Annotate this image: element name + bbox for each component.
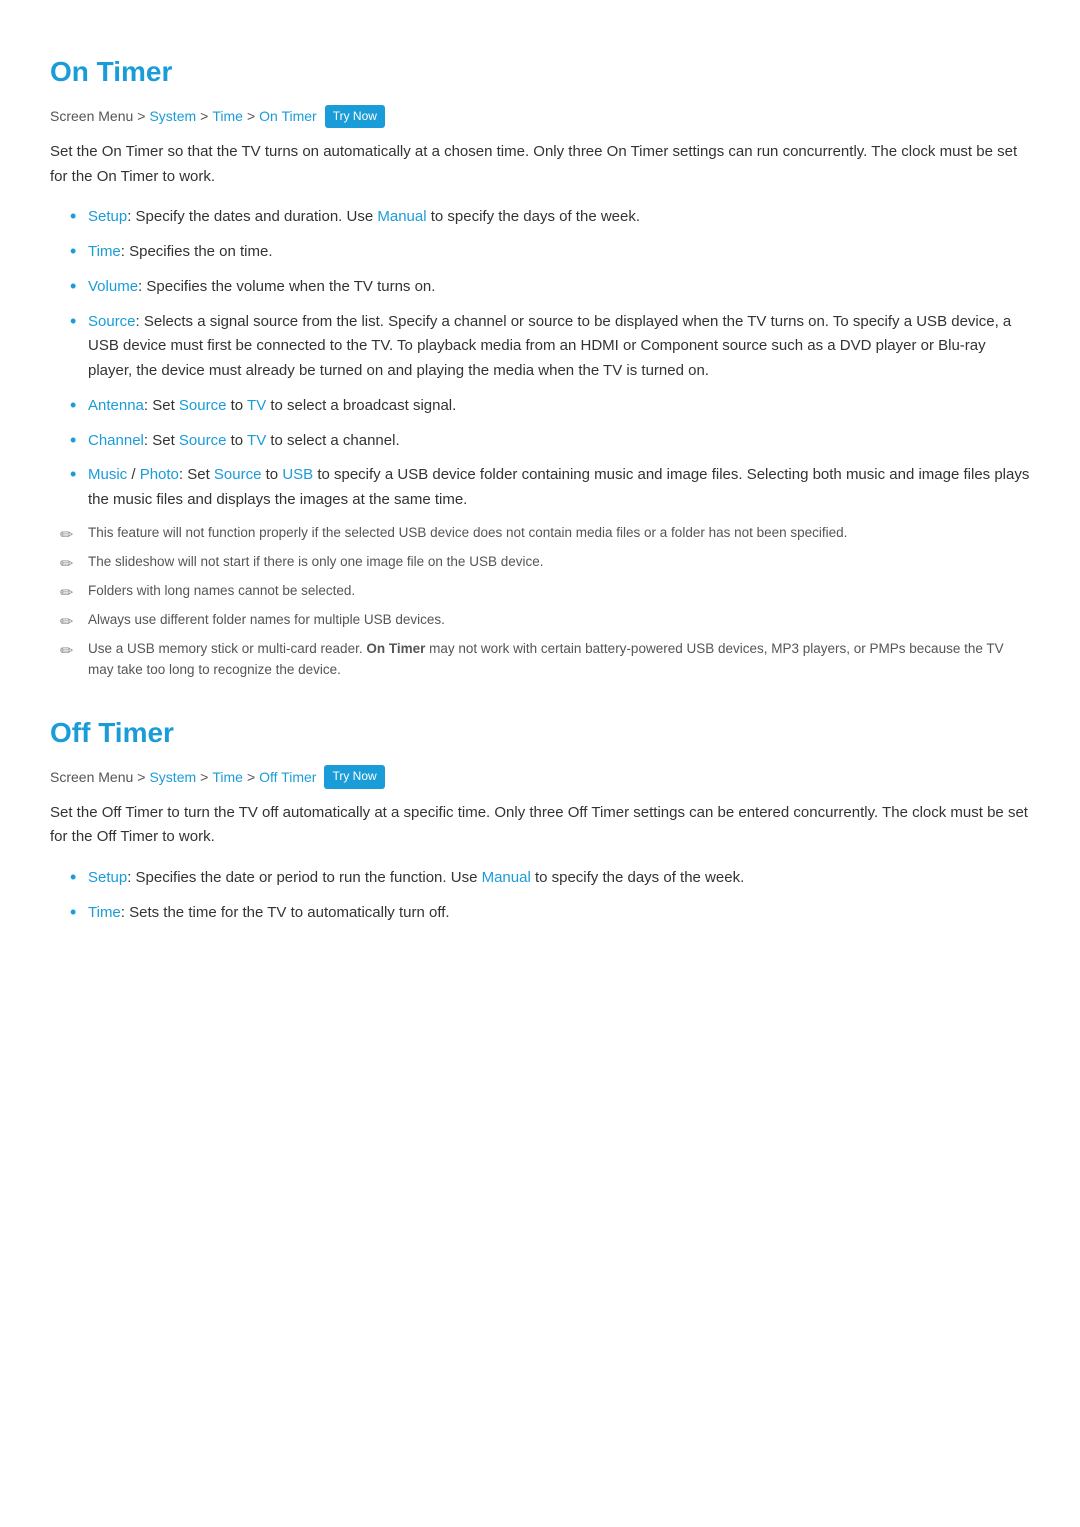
- note-text: The slideshow will not start if there is…: [88, 554, 543, 569]
- note-item: ✏ Use a USB memory stick or multi-card r…: [60, 639, 1030, 681]
- term-tv-link2: TV: [247, 432, 266, 449]
- term-manual: Manual: [377, 208, 426, 225]
- breadcrumb-sep1: >: [137, 105, 145, 127]
- bullet-text: : Set: [144, 432, 179, 449]
- term-music: Music: [88, 466, 127, 483]
- breadcrumb-prefix: Screen Menu: [50, 105, 133, 127]
- breadcrumb-time2[interactable]: Time: [212, 766, 243, 788]
- pencil-icon: ✏: [60, 582, 73, 607]
- off-timer-try-now-badge[interactable]: Try Now: [324, 765, 384, 788]
- term-source-link3: Source: [214, 466, 262, 483]
- bullet-text2: to: [226, 432, 247, 449]
- off-timer-section: Off Timer Screen Menu > System > Time > …: [50, 711, 1030, 926]
- term-source: Source: [88, 313, 136, 330]
- breadcrumb-prefix2: Screen Menu: [50, 766, 133, 788]
- term-source-link2: Source: [179, 432, 227, 449]
- bullet-text: : Specify the dates and duration. Use: [127, 208, 377, 225]
- bullet-text3: to select a channel.: [266, 432, 399, 449]
- term-channel: Channel: [88, 432, 144, 449]
- list-item: Source: Selects a signal source from the…: [70, 310, 1030, 384]
- note-item: ✏ This feature will not function properl…: [60, 523, 1030, 544]
- pencil-icon: ✏: [60, 524, 73, 549]
- on-timer-try-now-badge[interactable]: Try Now: [325, 105, 385, 128]
- breadcrumb-system2[interactable]: System: [149, 766, 196, 788]
- bullet-text: : Selects a signal source from the list.…: [88, 313, 1011, 380]
- term-source-link: Source: [179, 397, 227, 414]
- note-item: ✏ Folders with long names cannot be sele…: [60, 581, 1030, 602]
- bullet-text: : Set: [144, 397, 179, 414]
- breadcrumb-on-timer[interactable]: On Timer: [259, 105, 317, 127]
- note-text: Always use different folder names for mu…: [88, 612, 445, 627]
- bullet-text: : Specifies the date or period to run th…: [127, 869, 481, 886]
- term-manual2: Manual: [482, 869, 531, 886]
- term-tv-link: TV: [247, 397, 266, 414]
- term-volume: Volume: [88, 278, 138, 295]
- note-text: Folders with long names cannot be select…: [88, 583, 355, 598]
- on-timer-bold-ref: On Timer: [366, 641, 425, 656]
- breadcrumb-sep6: >: [247, 766, 255, 788]
- bullet-text: : Specifies the volume when the TV turns…: [138, 278, 435, 295]
- breadcrumb-off-timer[interactable]: Off Timer: [259, 766, 316, 788]
- bullet-text: : Specifies the on time.: [121, 243, 273, 260]
- list-item: Setup: Specifies the date or period to r…: [70, 866, 1030, 891]
- breadcrumb-sep2: >: [200, 105, 208, 127]
- bullet-text3: to select a broadcast signal.: [266, 397, 456, 414]
- breadcrumb-sep5: >: [200, 766, 208, 788]
- pencil-icon: ✏: [60, 553, 73, 578]
- off-timer-description: Set the Off Timer to turn the TV off aut…: [50, 801, 1030, 851]
- off-timer-bullet-list: Setup: Specifies the date or period to r…: [50, 866, 1030, 926]
- on-timer-description: Set the On Timer so that the TV turns on…: [50, 140, 1030, 190]
- term-photo: Photo: [140, 466, 179, 483]
- bullet-text: : Set: [179, 466, 214, 483]
- term-usb-link: USB: [282, 466, 313, 483]
- list-item: Channel: Set Source to TV to select a ch…: [70, 429, 1030, 454]
- on-timer-title: On Timer: [50, 50, 1030, 95]
- list-item: Antenna: Set Source to TV to select a br…: [70, 394, 1030, 419]
- pencil-icon: ✏: [60, 640, 73, 665]
- breadcrumb-time[interactable]: Time: [212, 105, 243, 127]
- list-item: Time: Specifies the on time.: [70, 240, 1030, 265]
- term-antenna: Antenna: [88, 397, 144, 414]
- term-time: Time: [88, 243, 121, 260]
- note-item: ✏ The slideshow will not start if there …: [60, 552, 1030, 573]
- off-timer-breadcrumb: Screen Menu > System > Time > Off Timer …: [50, 765, 1030, 788]
- on-timer-section: On Timer Screen Menu > System > Time > O…: [50, 50, 1030, 681]
- list-item: Music / Photo: Set Source to USB to spec…: [70, 463, 1030, 513]
- breadcrumb-sep3: >: [247, 105, 255, 127]
- breadcrumb-sep4: >: [137, 766, 145, 788]
- bullet-separator: /: [127, 466, 140, 483]
- bullet-text2: to: [261, 466, 282, 483]
- term-setup2: Setup: [88, 869, 127, 886]
- on-timer-breadcrumb: Screen Menu > System > Time > On Timer T…: [50, 105, 1030, 128]
- term-time2: Time: [88, 904, 121, 921]
- note-text: Use a USB memory stick or multi-card rea…: [88, 641, 1004, 677]
- off-timer-title: Off Timer: [50, 711, 1030, 756]
- on-timer-notes: ✏ This feature will not function properl…: [50, 523, 1030, 681]
- on-timer-bullet-list: Setup: Specify the dates and duration. U…: [50, 205, 1030, 513]
- bullet-text2: to: [226, 397, 247, 414]
- list-item: Setup: Specify the dates and duration. U…: [70, 205, 1030, 230]
- bullet-text2: to specify the days of the week.: [531, 869, 744, 886]
- breadcrumb-system[interactable]: System: [149, 105, 196, 127]
- bullet-text2: to specify the days of the week.: [427, 208, 640, 225]
- term-setup: Setup: [88, 208, 127, 225]
- note-item: ✏ Always use different folder names for …: [60, 610, 1030, 631]
- list-item: Volume: Specifies the volume when the TV…: [70, 275, 1030, 300]
- note-text: This feature will not function properly …: [88, 525, 847, 540]
- bullet-text: : Sets the time for the TV to automatica…: [121, 904, 450, 921]
- pencil-icon: ✏: [60, 611, 73, 636]
- list-item: Time: Sets the time for the TV to automa…: [70, 901, 1030, 926]
